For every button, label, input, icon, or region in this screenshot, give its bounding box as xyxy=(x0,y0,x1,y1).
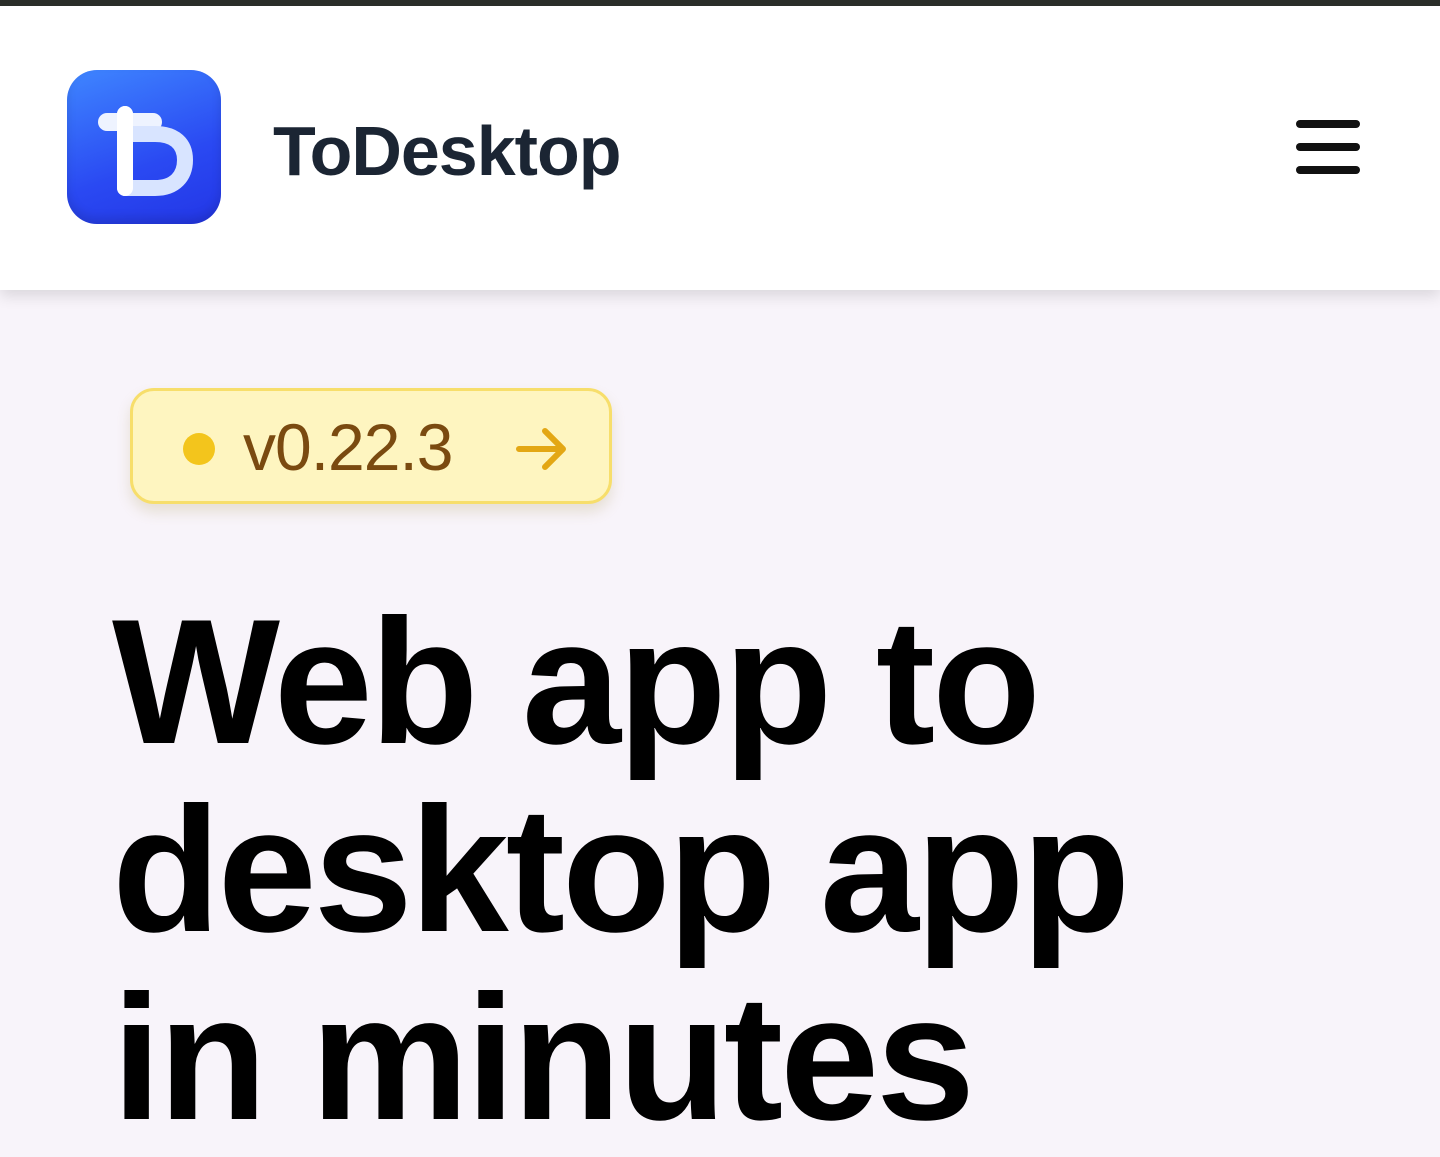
logo-glyph xyxy=(98,106,193,196)
hero-title-line: Web app to xyxy=(112,582,1041,781)
hero-title-line: desktop app xyxy=(112,770,1130,969)
version-badge[interactable]: v0.22.3 xyxy=(130,388,612,504)
version-label: v0.22.3 xyxy=(243,410,453,484)
todesktop-logo-icon[interactable] xyxy=(67,70,221,224)
brand-name[interactable]: ToDesktop xyxy=(273,106,621,196)
arrow-right-icon xyxy=(516,428,566,470)
status-dot-icon xyxy=(183,433,215,465)
hamburger-menu-icon[interactable] xyxy=(1290,111,1366,183)
hero-title: Web app to desktop app in minutes xyxy=(112,588,1362,1152)
site-header: ToDesktop xyxy=(0,6,1440,290)
hero-title-line: in minutes xyxy=(112,958,975,1157)
